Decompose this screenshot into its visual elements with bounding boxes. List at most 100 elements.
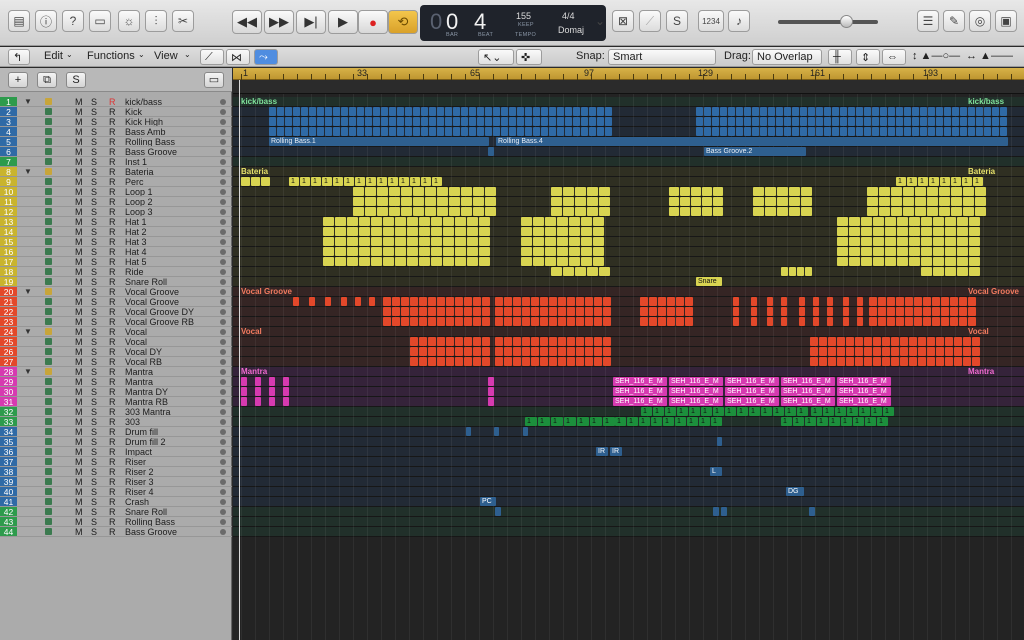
region[interactable]: [373, 127, 380, 136]
region[interactable]: [401, 317, 409, 326]
region[interactable]: [469, 107, 476, 116]
region[interactable]: [521, 257, 532, 266]
track-row[interactable]: 2 M S R Kick: [0, 107, 232, 117]
region[interactable]: [658, 317, 666, 326]
region[interactable]: [1000, 127, 1007, 136]
region[interactable]: [335, 237, 346, 246]
region[interactable]: [323, 237, 334, 246]
region[interactable]: [576, 307, 584, 316]
region[interactable]: 1: [300, 177, 310, 186]
region[interactable]: [443, 247, 454, 256]
region[interactable]: [594, 357, 602, 366]
region[interactable]: 1: [761, 407, 772, 416]
region[interactable]: [488, 377, 494, 386]
region[interactable]: 1: [410, 177, 420, 186]
region[interactable]: [431, 247, 442, 256]
view-menu[interactable]: View: [154, 50, 178, 62]
region[interactable]: [573, 117, 580, 126]
track-lane[interactable]: [233, 437, 1024, 447]
region[interactable]: [819, 357, 827, 366]
region[interactable]: [767, 297, 773, 306]
region[interactable]: [872, 127, 879, 136]
region[interactable]: [691, 207, 701, 216]
region[interactable]: [495, 307, 503, 316]
region[interactable]: [920, 127, 927, 136]
region[interactable]: 1: [713, 407, 724, 416]
region[interactable]: [702, 197, 712, 206]
region[interactable]: SEH_116_E_M: [613, 397, 667, 406]
region[interactable]: [488, 397, 494, 406]
track-row[interactable]: 41 M S R Crash: [0, 497, 232, 507]
region[interactable]: [897, 217, 908, 226]
region[interactable]: [549, 297, 557, 306]
region[interactable]: [419, 317, 427, 326]
region[interactable]: [896, 107, 903, 116]
region[interactable]: [944, 117, 951, 126]
region[interactable]: [383, 217, 394, 226]
region[interactable]: [395, 237, 406, 246]
region[interactable]: [789, 207, 800, 216]
region[interactable]: [397, 127, 404, 136]
region[interactable]: [371, 237, 382, 246]
region[interactable]: [864, 347, 872, 356]
region[interactable]: [768, 117, 775, 126]
region[interactable]: [473, 197, 484, 206]
arrange-canvas[interactable]: kick/bass kick/bass Rolling Bass.1 Rolling …: [233, 94, 1024, 640]
region[interactable]: [896, 117, 903, 126]
region[interactable]: [856, 127, 863, 136]
region[interactable]: [975, 197, 986, 206]
region[interactable]: [597, 127, 604, 136]
region[interactable]: [891, 197, 902, 206]
region[interactable]: [365, 197, 376, 206]
track-row[interactable]: 18 M S R Ride: [0, 267, 232, 277]
region[interactable]: [784, 117, 791, 126]
region[interactable]: [563, 197, 574, 206]
region[interactable]: [455, 297, 463, 306]
region[interactable]: [255, 397, 261, 406]
track-row[interactable]: 3 M S R Kick High: [0, 117, 232, 127]
region[interactable]: [777, 187, 788, 196]
region[interactable]: [407, 247, 418, 256]
region[interactable]: [467, 237, 478, 246]
region[interactable]: [969, 257, 980, 266]
region[interactable]: [589, 117, 596, 126]
region[interactable]: [377, 187, 388, 196]
region[interactable]: [848, 107, 855, 116]
master-volume-knob[interactable]: [840, 15, 853, 28]
region[interactable]: [455, 337, 463, 346]
region[interactable]: [482, 337, 490, 346]
region[interactable]: [869, 317, 877, 326]
region[interactable]: [649, 317, 657, 326]
region[interactable]: [585, 357, 593, 366]
region[interactable]: [903, 207, 914, 216]
region[interactable]: [397, 107, 404, 116]
region[interactable]: SEH_116_E_M: [669, 387, 723, 396]
region[interactable]: [593, 257, 604, 266]
region[interactable]: [522, 347, 530, 356]
region[interactable]: 1: [651, 417, 662, 426]
track-height-slider[interactable]: ↕ ▲—○—: [912, 50, 960, 62]
region[interactable]: [810, 357, 818, 366]
region[interactable]: 1: [627, 417, 638, 426]
region[interactable]: [667, 307, 675, 316]
region[interactable]: [569, 247, 580, 256]
region[interactable]: [799, 297, 805, 306]
region[interactable]: [933, 237, 944, 246]
region[interactable]: [928, 107, 935, 116]
region[interactable]: [301, 117, 308, 126]
track-row[interactable]: 31 M S R Mantra RB: [0, 397, 232, 407]
region[interactable]: [840, 107, 847, 116]
region[interactable]: [477, 117, 484, 126]
region[interactable]: [551, 197, 562, 206]
flex-icon[interactable]: ⋈: [226, 49, 250, 65]
region[interactable]: 1: [962, 177, 972, 186]
region[interactable]: [896, 307, 904, 316]
region[interactable]: [401, 307, 409, 316]
region[interactable]: [477, 127, 484, 136]
region[interactable]: [446, 297, 454, 306]
region[interactable]: [864, 337, 872, 346]
region[interactable]: [309, 297, 315, 306]
region[interactable]: [437, 357, 445, 366]
region[interactable]: [392, 317, 400, 326]
region[interactable]: [984, 127, 991, 136]
